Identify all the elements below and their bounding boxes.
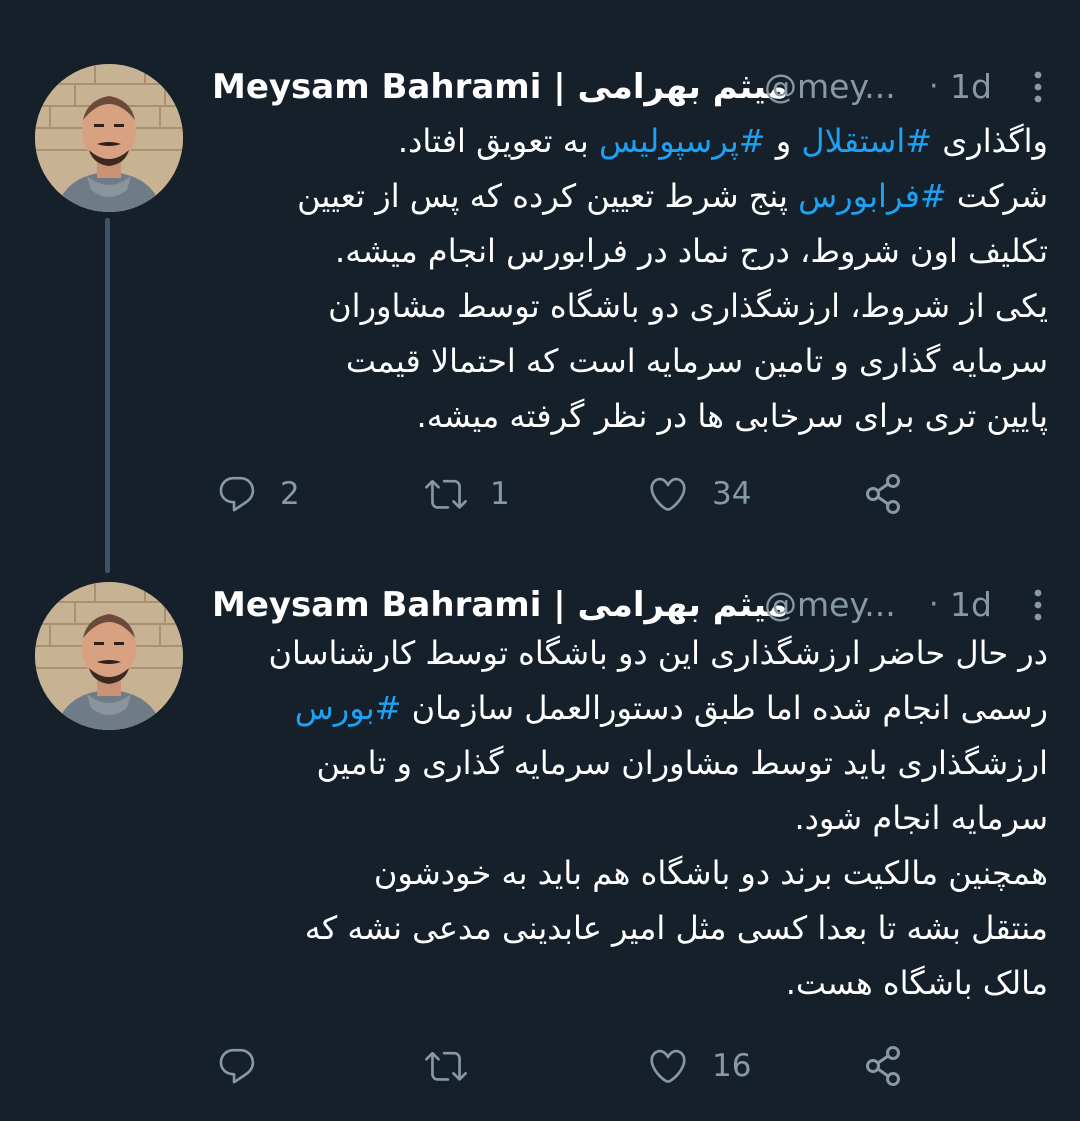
tweet-header: Meysam Bahrami | میثم بهرامی @mey... · 1… bbox=[212, 580, 1052, 630]
text-segment: تکلیف اون شروط، درج نماد در فرابورس انجا… bbox=[335, 232, 1048, 270]
text-segment: واگذاری bbox=[932, 122, 1048, 160]
like-icon bbox=[646, 1045, 690, 1087]
text-segment: یکی از شروط، ارزشگذاری دو باشگاه توسط مش… bbox=[328, 287, 1048, 325]
tweet-text: واگذاری #استقلال و #پرسپولیس به تعویق اف… bbox=[212, 114, 1048, 444]
tweet[interactable]: Meysam Bahrami | میثم بهرامی @mey... · 1… bbox=[0, 56, 1080, 576]
hashtag-link[interactable]: #فرابورس bbox=[798, 177, 947, 215]
header-separator: · bbox=[929, 587, 939, 622]
like-count: 16 bbox=[712, 1048, 752, 1084]
hashtag-link[interactable]: #پرسپولیس bbox=[599, 122, 766, 160]
hashtag-link[interactable]: #بورس bbox=[295, 689, 402, 727]
reply-count: 2 bbox=[280, 476, 300, 512]
tweet-text-line: تکلیف اون شروط، درج نماد در فرابورس انجا… bbox=[212, 224, 1048, 279]
text-segment: رسمی انجام شده اما طبق دستورالعمل سازمان bbox=[401, 689, 1048, 727]
avatar[interactable] bbox=[35, 64, 183, 212]
avatar[interactable] bbox=[35, 582, 183, 730]
tweet-text-line: ارزشگذاری باید توسط مشاوران سرمایه گذاری… bbox=[212, 736, 1049, 791]
tweet-text-line: شرکت #فرابورس پنج شرط تعیین کرده که پس ا… bbox=[212, 169, 1048, 224]
reply-button[interactable] bbox=[216, 1036, 280, 1096]
text-segment: منتقل بشه تا بعدا کسی مثل امیر عابدینی م… bbox=[304, 909, 1048, 947]
text-segment: سرمایه گذاری و تامین سرمایه است که احتما… bbox=[345, 342, 1048, 380]
text-segment: پایین تری برای سرخابی ها در نظر گرفته می… bbox=[416, 397, 1048, 435]
retweet-button[interactable]: 1 bbox=[424, 464, 510, 524]
retweet-icon bbox=[424, 473, 468, 515]
share-button[interactable] bbox=[862, 1036, 906, 1096]
more-vertical-icon[interactable] bbox=[1026, 67, 1050, 107]
hashtag-link[interactable]: #استقلال bbox=[801, 122, 932, 160]
author-handle[interactable]: @mey... bbox=[764, 580, 896, 630]
share-icon bbox=[862, 1044, 906, 1088]
like-button[interactable]: 34 bbox=[646, 464, 751, 524]
tweet-timestamp[interactable]: 1d bbox=[950, 580, 992, 630]
tweet-actions: 16 bbox=[212, 1036, 972, 1096]
text-segment: سرمایه انجام شود. bbox=[794, 799, 1048, 837]
tweet-text-line: پایین تری برای سرخابی ها در نظر گرفته می… bbox=[212, 389, 1048, 444]
share-button[interactable] bbox=[862, 464, 906, 524]
retweet-button[interactable] bbox=[424, 1036, 490, 1096]
text-segment: همچنین مالکیت برند دو باشگاه هم باید به … bbox=[373, 854, 1048, 892]
like-count: 34 bbox=[712, 476, 752, 512]
reply-icon bbox=[216, 1045, 258, 1087]
text-segment: و bbox=[765, 122, 802, 160]
tweet-text-line: منتقل بشه تا بعدا کسی مثل امیر عابدینی م… bbox=[212, 901, 1048, 956]
tweet-text-line: مالک باشگاه هست. bbox=[212, 956, 1048, 1011]
tweet-text: در حال حاضر ارزشگذاری این دو باشگاه توسط… bbox=[212, 626, 1048, 1011]
tweet-header: Meysam Bahrami | میثم بهرامی @mey... · 1… bbox=[212, 62, 1052, 112]
reply-icon bbox=[216, 473, 258, 515]
more-vertical-icon[interactable] bbox=[1026, 585, 1050, 625]
author-name[interactable]: Meysam Bahrami | میثم بهرامی bbox=[212, 580, 788, 630]
tweet[interactable]: Meysam Bahrami | میثم بهرامی @mey... · 1… bbox=[0, 574, 1080, 1121]
tweet-actions: 2 1 34 bbox=[212, 464, 972, 524]
tweet-timestamp[interactable]: 1d bbox=[950, 62, 992, 112]
tweet-text-line: واگذاری #استقلال و #پرسپولیس به تعویق اف… bbox=[212, 114, 1048, 169]
tweet-text-line: یکی از شروط، ارزشگذاری دو باشگاه توسط مش… bbox=[212, 279, 1048, 334]
author-name[interactable]: Meysam Bahrami | میثم بهرامی bbox=[212, 62, 788, 112]
tweet-text-line: سرمایه گذاری و تامین سرمایه است که احتما… bbox=[212, 334, 1048, 389]
tweet-text-line: همچنین مالکیت برند دو باشگاه هم باید به … bbox=[212, 846, 1048, 901]
reply-button[interactable]: 2 bbox=[216, 464, 300, 524]
retweet-count: 1 bbox=[490, 476, 510, 512]
text-segment: مالک باشگاه هست. bbox=[785, 964, 1048, 1002]
text-segment: ارزشگذاری باید توسط مشاوران سرمایه گذاری… bbox=[316, 744, 1049, 782]
tweet-text-line: سرمایه انجام شود. bbox=[212, 791, 1048, 846]
text-segment: در حال حاضر ارزشگذاری این دو باشگاه توسط… bbox=[268, 634, 1048, 672]
text-segment: به تعویق افتاد. bbox=[397, 122, 599, 160]
share-icon bbox=[862, 472, 906, 516]
retweet-icon bbox=[424, 1045, 468, 1087]
header-separator: · bbox=[929, 69, 939, 104]
author-handle[interactable]: @mey... bbox=[764, 62, 896, 112]
tweet-text-line: در حال حاضر ارزشگذاری این دو باشگاه توسط… bbox=[212, 626, 1048, 681]
text-segment: پنج شرط تعیین کرده که پس از تعیین bbox=[297, 177, 799, 215]
like-button[interactable]: 16 bbox=[646, 1036, 751, 1096]
timeline: Meysam Bahrami | میثم بهرامی @mey... · 1… bbox=[0, 0, 1080, 1121]
text-segment: شرکت bbox=[946, 177, 1048, 215]
like-icon bbox=[646, 473, 690, 515]
tweet-text-line: رسمی انجام شده اما طبق دستورالعمل سازمان… bbox=[212, 681, 1048, 736]
